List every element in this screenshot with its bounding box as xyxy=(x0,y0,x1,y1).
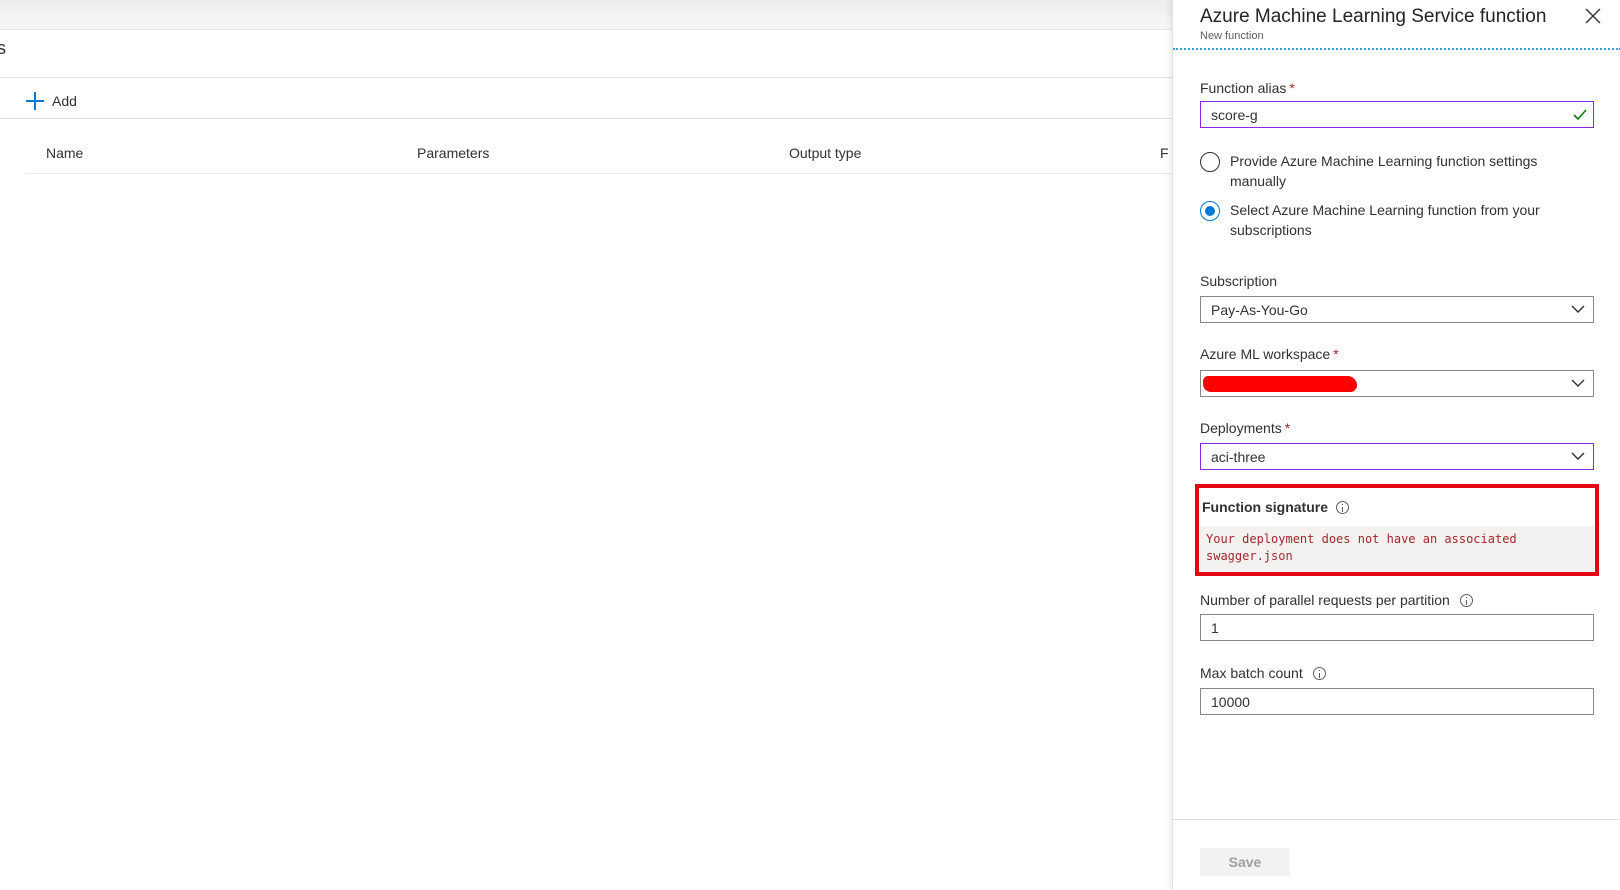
deployments-dropdown[interactable]: aci-three xyxy=(1200,443,1594,470)
column-header-output-type[interactable]: Output type xyxy=(789,145,861,161)
max-batch-value: 10000 xyxy=(1211,694,1250,710)
radio-button-selected[interactable] xyxy=(1200,201,1220,221)
page-title-fragment: s xyxy=(0,38,6,58)
workspace-label: Azure ML workspace * xyxy=(1200,346,1339,362)
save-button[interactable]: Save xyxy=(1200,848,1290,876)
info-icon[interactable] xyxy=(1336,500,1349,514)
required-marker: * xyxy=(1333,346,1339,362)
function-alias-value: score-g xyxy=(1211,107,1258,123)
function-signature-highlight: Function signature Your deployment does … xyxy=(1195,484,1599,576)
redaction-mark xyxy=(1203,376,1357,392)
function-alias-label: Function alias * xyxy=(1200,80,1295,96)
info-icon[interactable] xyxy=(1459,593,1473,607)
checkmark-icon xyxy=(1573,109,1587,120)
deployments-label: Deployments * xyxy=(1200,420,1291,436)
new-function-blade: Azure Machine Learning Service function … xyxy=(1172,0,1620,890)
blade-subtitle: New function xyxy=(1200,30,1264,42)
table-header-divider xyxy=(26,173,1172,174)
required-marker: * xyxy=(1284,420,1291,436)
radio-label: Select Azure Machine Learning function f… xyxy=(1230,202,1540,238)
info-icon[interactable] xyxy=(1312,666,1326,680)
column-header-name[interactable]: Name xyxy=(46,145,83,161)
close-icon xyxy=(1585,8,1601,24)
app-window: s Add Name Parameters Output type F Azur… xyxy=(0,0,1620,890)
footer-divider xyxy=(1173,819,1620,820)
subscription-dropdown[interactable]: Pay-As-You-Go xyxy=(1200,296,1594,323)
deployments-value: aci-three xyxy=(1211,449,1266,465)
add-function-button[interactable]: Add xyxy=(26,89,77,113)
radio-button[interactable] xyxy=(1200,152,1220,172)
parallel-requests-input[interactable]: 1 xyxy=(1200,614,1594,641)
functions-page: s Add Name Parameters Output type F xyxy=(0,0,1172,890)
parallel-requests-label: Number of parallel requests per partitio… xyxy=(1200,592,1473,608)
function-alias-input[interactable]: score-g xyxy=(1200,101,1594,128)
add-button-label: Add xyxy=(52,93,77,109)
workspace-dropdown[interactable] xyxy=(1200,370,1594,397)
max-batch-input[interactable]: 10000 xyxy=(1200,688,1594,715)
close-button[interactable] xyxy=(1585,8,1601,24)
function-signature-label: Function signature xyxy=(1202,499,1349,515)
column-header-parameters[interactable]: Parameters xyxy=(417,145,489,161)
header-divider xyxy=(0,77,1172,78)
radio-select-from-subscriptions[interactable]: Select Azure Machine Learning function f… xyxy=(1200,200,1594,240)
blade-title: Azure Machine Learning Service function xyxy=(1200,6,1547,27)
required-marker: * xyxy=(1289,80,1295,96)
subscription-value: Pay-As-You-Go xyxy=(1211,302,1308,318)
top-bar xyxy=(0,0,1172,30)
column-header-truncated[interactable]: F xyxy=(1160,145,1169,161)
chevron-down-icon xyxy=(1571,305,1585,313)
plus-icon xyxy=(26,92,44,110)
max-batch-label: Max batch count xyxy=(1200,665,1326,681)
radio-provide-manually[interactable]: Provide Azure Machine Learning function … xyxy=(1200,151,1594,191)
parallel-requests-value: 1 xyxy=(1211,620,1219,636)
subscription-label: Subscription xyxy=(1200,273,1278,289)
toolbar-divider xyxy=(0,118,1172,119)
radio-label: Provide Azure Machine Learning function … xyxy=(1230,153,1538,189)
chevron-down-icon xyxy=(1571,379,1585,387)
chevron-down-icon xyxy=(1571,452,1585,460)
blade-header-divider xyxy=(1173,48,1620,50)
function-signature-error: Your deployment does not have an associa… xyxy=(1200,526,1594,572)
